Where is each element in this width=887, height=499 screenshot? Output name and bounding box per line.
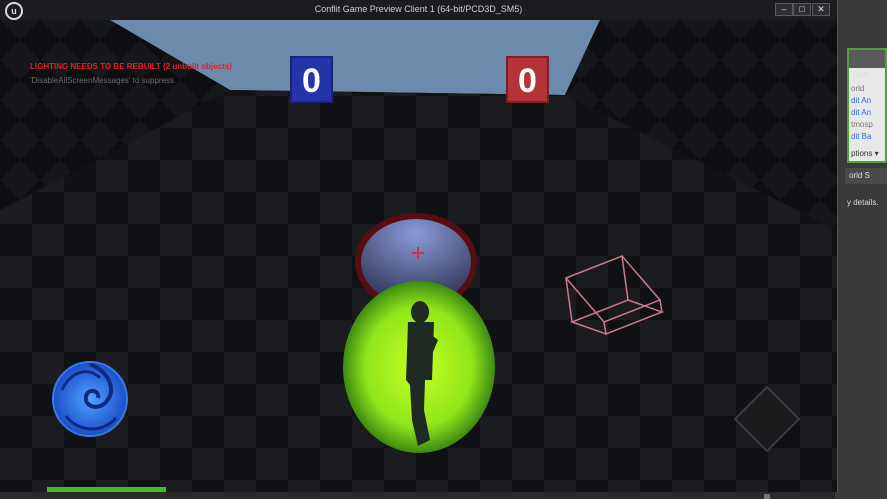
editor-row[interactable]: dit An <box>851 96 871 105</box>
dragon-emblem-icon[interactable] <box>52 361 128 437</box>
minimize-button[interactable]: – <box>775 3 793 16</box>
health-bar <box>47 487 166 492</box>
editor-world-settings-tab[interactable]: orld S <box>845 168 887 184</box>
editor-row[interactable]: dit An <box>851 108 871 117</box>
suppress-hint: 'DisableAllScreenMessages' to suppress <box>30 76 175 85</box>
status-indicator <box>764 494 770 499</box>
maximize-button[interactable]: □ <box>793 3 811 16</box>
game-preview-window: u Conflit Game Preview Client 1 (64-bit/… <box>0 0 838 492</box>
lighting-warning: LIGHTING NEEDS TO BE REBUILT (2 unbuilt … <box>30 62 232 71</box>
title-bar[interactable]: u Conflit Game Preview Client 1 (64-bit/… <box>0 0 837 20</box>
game-viewport[interactable]: LIGHTING NEEDS TO BE REBUILT (2 unbuilt … <box>0 20 837 492</box>
editor-toolbar <box>849 50 885 68</box>
editor-details-text: y details. <box>847 198 879 207</box>
game-scene <box>0 20 837 492</box>
close-button[interactable]: ✕ <box>812 3 830 16</box>
blue-team-score: 0 <box>290 56 333 103</box>
editor-row[interactable]: dit Ba <box>851 132 871 141</box>
window-title: Conflit Game Preview Client 1 (64-bit/PC… <box>314 4 523 14</box>
editor-outliner-panel: Type orld dit An dit An tmosp dit Ba pti… <box>847 48 887 163</box>
editor-row: tmosp <box>851 120 873 129</box>
editor-row: Type <box>851 70 869 79</box>
editor-row: orld <box>851 84 865 93</box>
red-team-score: 0 <box>506 56 549 103</box>
editor-view-options[interactable]: ptions ▾ <box>851 149 879 158</box>
